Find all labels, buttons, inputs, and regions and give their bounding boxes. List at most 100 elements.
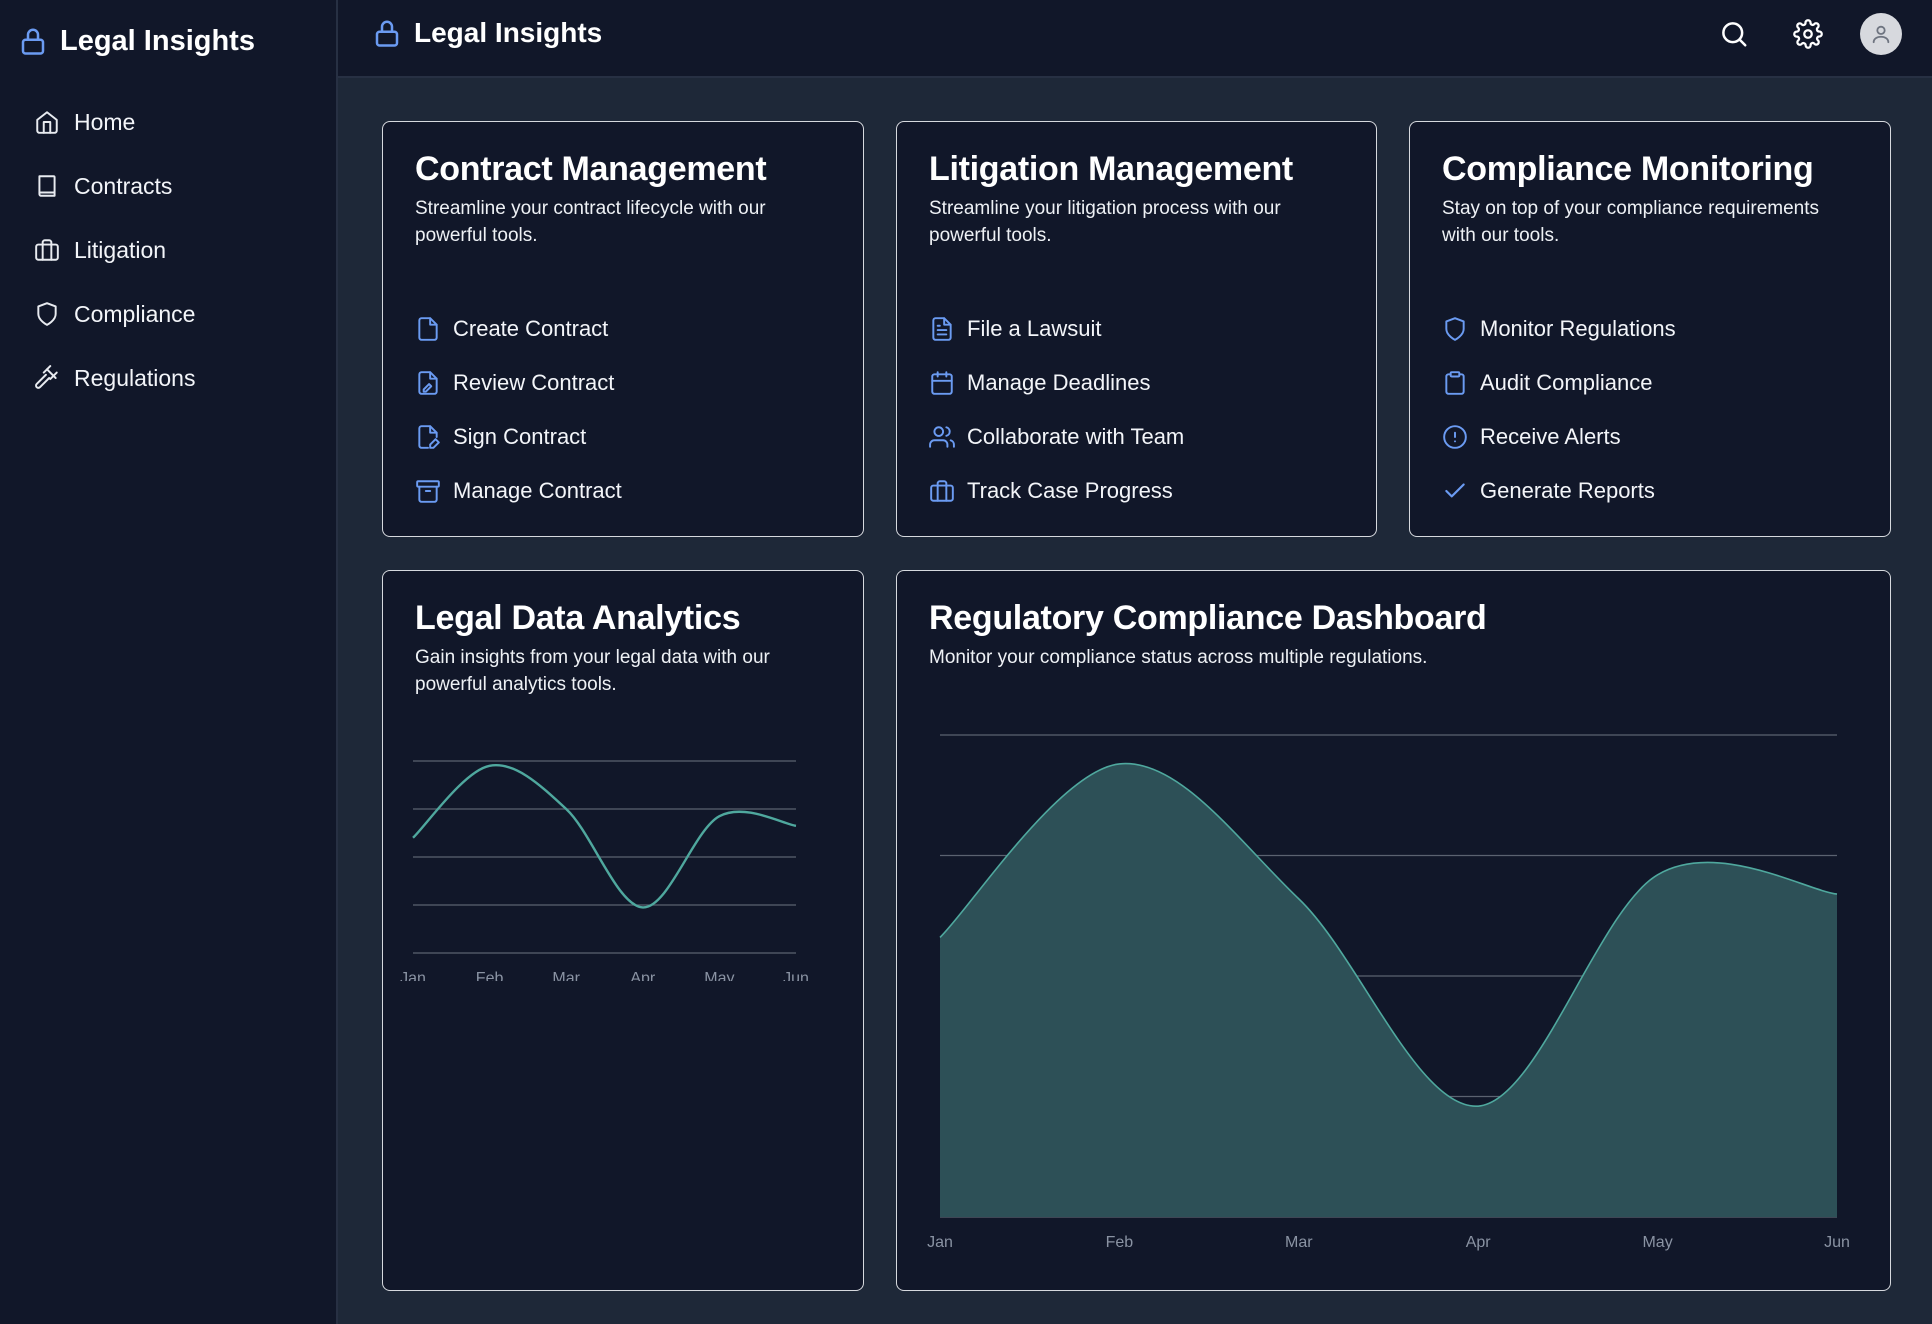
action-label: Create Contract [453, 316, 609, 341]
x-tick-label: Jun [1824, 1234, 1850, 1251]
track-case-action[interactable]: Track Case Progress [929, 474, 1184, 508]
collaborate-team-action[interactable]: Collaborate with Team [929, 420, 1184, 454]
card-description: Streamline your contract lifecycle with … [415, 198, 766, 246]
sidebar-item-label: Litigation [74, 236, 167, 263]
settings-button[interactable] [1786, 12, 1830, 56]
card-title: Contract Management [415, 150, 767, 188]
card-description: Gain insights from your legal data with … [415, 647, 770, 695]
x-tick-label: May [1642, 1234, 1672, 1251]
archive-icon [415, 478, 441, 504]
card-description: Streamline your litigation process with … [929, 198, 1281, 246]
action-label: Audit Compliance [1480, 370, 1653, 395]
sidebar-item-contracts[interactable]: Contracts [34, 166, 314, 206]
action-label: Track Case Progress [967, 478, 1173, 503]
user-avatar[interactable] [1860, 13, 1902, 55]
shield-icon [34, 301, 60, 327]
audit-compliance-action[interactable]: Audit Compliance [1442, 366, 1676, 400]
create-contract-action[interactable]: Create Contract [415, 312, 622, 346]
lock-icon [372, 16, 402, 50]
briefcase-icon [34, 237, 60, 263]
action-label: Manage Deadlines [967, 370, 1151, 395]
file-text-icon [929, 316, 955, 342]
sidebar-item-label: Home [74, 108, 136, 135]
litigation-management-card: Litigation Management Streamline your li… [896, 121, 1377, 537]
card-title: Litigation Management [929, 150, 1293, 188]
sidebar-item-label: Compliance [74, 300, 196, 327]
manage-contract-action[interactable]: Manage Contract [415, 474, 622, 508]
card-title: Compliance Monitoring [1442, 150, 1814, 188]
shield-icon [1442, 316, 1468, 342]
lock-icon [18, 24, 48, 58]
action-label: Collaborate with Team [967, 424, 1185, 449]
sidebar-item-litigation[interactable]: Litigation [34, 230, 314, 270]
card-description: Stay on top of your compliance requireme… [1442, 198, 1820, 246]
sidebar-item-home[interactable]: Home [34, 102, 314, 142]
search-button[interactable] [1712, 12, 1756, 56]
series-line [412, 764, 797, 909]
card-title: Regulatory Compliance Dashboard [929, 599, 1487, 637]
action-label: Review Contract [453, 370, 615, 395]
action-label: Receive Alerts [1480, 424, 1621, 449]
alert-circle-icon [1442, 424, 1468, 450]
action-label: File a Lawsuit [967, 316, 1102, 341]
monitor-regulations-action[interactable]: Monitor Regulations [1442, 312, 1676, 346]
sign-contract-action[interactable]: Sign Contract [415, 420, 622, 454]
action-list: Monitor Regulations Audit Compliance Rec… [1442, 312, 1676, 528]
header-title: Legal Insights [414, 17, 603, 48]
header-actions [1712, 12, 1902, 56]
search-icon [1719, 19, 1749, 49]
sidebar-item-regulations[interactable]: Regulations [34, 358, 314, 398]
sidebar-item-label: Contracts [74, 172, 173, 199]
file-icon [415, 316, 441, 342]
action-list: File a Lawsuit Manage Deadlines Collabor… [929, 312, 1184, 528]
action-label: Manage Contract [453, 478, 622, 503]
receive-alerts-action[interactable]: Receive Alerts [1442, 420, 1676, 454]
gavel-icon [34, 365, 60, 391]
x-tick-label: Feb [476, 970, 504, 981]
x-tick-label: Feb [1106, 1234, 1134, 1251]
clipboard-icon [1442, 370, 1468, 396]
compliance-area-chart: Jan Feb Mar Apr May Jun [927, 734, 1850, 1251]
manage-deadlines-action[interactable]: Manage Deadlines [929, 366, 1184, 400]
home-icon [34, 109, 60, 135]
area-fill [940, 763, 1837, 1217]
compliance-monitoring-card: Compliance Monitoring Stay on top of you… [1409, 121, 1891, 537]
x-tick-label: Apr [1466, 1234, 1492, 1251]
x-tick-label: May [704, 970, 734, 981]
sidebar-app-title: Legal Insights [60, 24, 255, 57]
user-icon [1870, 23, 1892, 45]
calendar-icon [929, 370, 955, 396]
action-list: Create Contract Review Contract Sign Con… [415, 312, 622, 528]
contract-management-card: Contract Management Streamline your cont… [382, 121, 864, 537]
file-lawsuit-action[interactable]: File a Lawsuit [929, 312, 1184, 346]
sidebar-nav: Home Contracts Litigation Compliance Reg… [34, 102, 314, 422]
top-header: Legal Insights [338, 0, 1932, 78]
card-title: Legal Data Analytics [415, 599, 741, 637]
action-label: Generate Reports [1480, 478, 1655, 503]
review-contract-action[interactable]: Review Contract [415, 366, 622, 400]
check-icon [1442, 478, 1468, 504]
header-brand[interactable]: Legal Insights [372, 16, 602, 50]
sidebar-item-label: Regulations [74, 364, 196, 391]
analytics-line-chart: Jan Feb Mar Apr May Jun [400, 760, 809, 981]
x-tick-label: Mar [1285, 1234, 1313, 1251]
action-label: Monitor Regulations [1480, 316, 1676, 341]
gear-icon [1793, 19, 1823, 49]
legal-data-analytics-card: Legal Data Analytics Gain insights from … [382, 570, 864, 1291]
x-tick-label: Jun [783, 970, 809, 981]
x-tick-label: Jan [400, 970, 426, 981]
card-description: Monitor your compliance status across mu… [929, 647, 1428, 668]
book-icon [34, 173, 60, 199]
sidebar-brand[interactable]: Legal Insights [18, 24, 255, 58]
action-label: Sign Contract [453, 424, 587, 449]
generate-reports-action[interactable]: Generate Reports [1442, 474, 1676, 508]
regulatory-dashboard-card: Regulatory Compliance Dashboard Monitor … [896, 570, 1891, 1291]
file-pen-icon [415, 424, 441, 450]
x-tick-label: Mar [552, 970, 580, 981]
sidebar: Legal Insights Home Contracts Litigation… [0, 0, 338, 1324]
briefcase-icon [929, 478, 955, 504]
x-tick-label: Jan [927, 1234, 953, 1251]
sidebar-item-compliance[interactable]: Compliance [34, 294, 314, 334]
file-signature-icon [415, 370, 441, 396]
users-icon [929, 424, 955, 450]
